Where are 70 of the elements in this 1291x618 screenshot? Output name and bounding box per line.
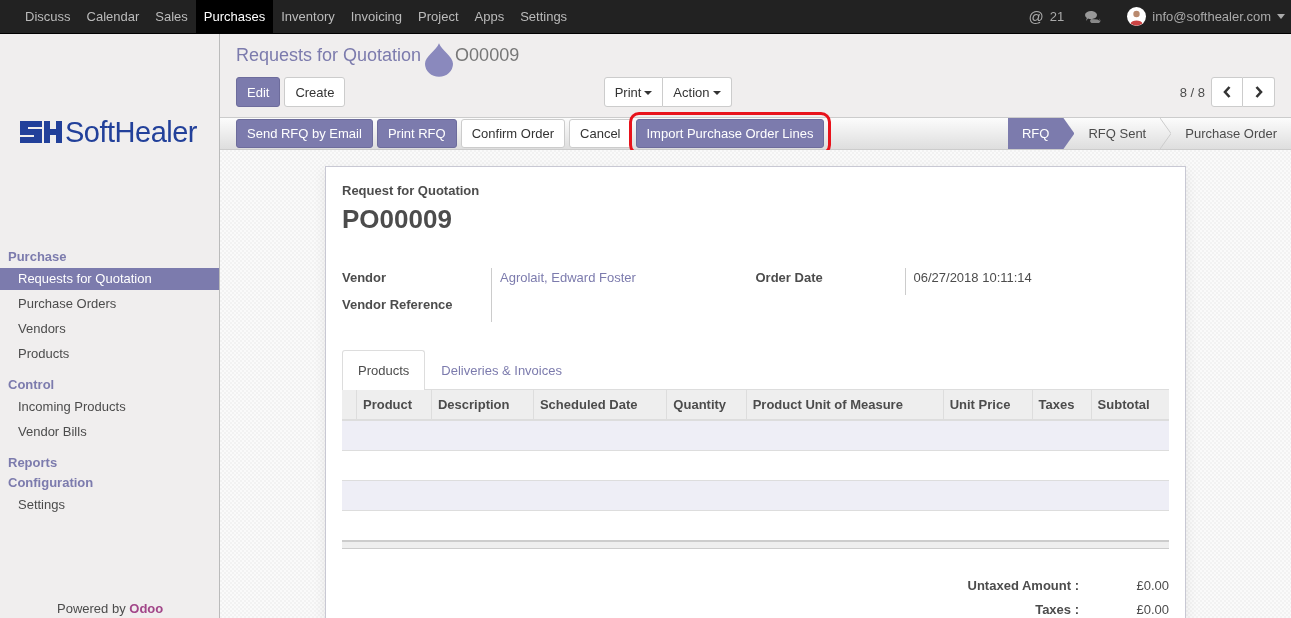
caret-icon: [644, 91, 653, 96]
next-button[interactable]: [1243, 77, 1275, 107]
app-menu-item[interactable]: Project: [410, 0, 467, 33]
sidebar-item[interactable]: Incoming Products: [0, 396, 219, 418]
column-header[interactable]: Taxes: [1032, 390, 1092, 420]
tab[interactable]: Products: [342, 350, 426, 390]
app-menu-item[interactable]: Calendar: [78, 0, 148, 33]
total-label: Taxes :: [1034, 601, 1080, 618]
sidebar-item[interactable]: Purchase Orders: [0, 293, 219, 315]
column-header[interactable]: Unit Price: [943, 390, 1033, 420]
chat-icon[interactable]: [1084, 10, 1102, 23]
app-menu-item[interactable]: Inventory: [273, 0, 343, 33]
edit-button[interactable]: Edit: [236, 77, 281, 107]
column-header[interactable]: Product: [356, 390, 432, 420]
vendor-link[interactable]: Agrolait, Edward Foster: [491, 268, 756, 295]
powered-by-text: Powered by Odoo: [57, 601, 164, 616]
brand-logo-text: SoftHealer: [65, 118, 197, 146]
document-name: PO00009: [342, 204, 453, 235]
field-value: 06/27/2018 10:11:14: [904, 268, 1169, 295]
cancel-button[interactable]: Cancel: [569, 119, 632, 148]
status-step[interactable]: Purchase Order: [1171, 118, 1291, 149]
sidebar-item[interactable]: Products: [0, 343, 219, 365]
total-value: £0.00: [1135, 601, 1169, 618]
app-menu-item[interactable]: Sales: [147, 0, 196, 33]
menu-section-title: Purchase: [7, 248, 68, 266]
field-label: Vendor: [342, 269, 388, 287]
document-type: Request for Quotation: [342, 183, 481, 198]
menu-section-title: Reports: [7, 454, 59, 472]
column-header[interactable]: Scheduled Date: [533, 390, 667, 420]
app-menu-item[interactable]: Settings: [512, 0, 576, 33]
previous-button[interactable]: [1211, 77, 1243, 107]
menu-section-title: Control: [7, 376, 56, 394]
column-header[interactable]: Subtotal: [1091, 390, 1169, 420]
caret-icon: [712, 91, 721, 96]
caret-icon[interactable]: [1277, 14, 1285, 19]
app-menu-item[interactable]: Discuss: [17, 0, 79, 33]
column-header[interactable]: Quantity: [666, 390, 747, 420]
column-header[interactable]: Product Unit of Measure: [746, 390, 944, 420]
chevron-right-icon: [1254, 86, 1263, 98]
mention-icon[interactable]: @: [1028, 8, 1044, 25]
user-menu[interactable]: info@softhealer.com: [1152, 9, 1271, 24]
status-step[interactable]: RFQ Sent: [1074, 118, 1161, 149]
sidebar-item[interactable]: Settings: [0, 494, 219, 516]
logo-mark-icon: [20, 121, 62, 143]
pager-value: 8 / 8: [1179, 84, 1205, 100]
column-header[interactable]: Description: [431, 390, 534, 420]
send-email-button[interactable]: Send RFQ by Email: [236, 119, 373, 148]
breadcrumb-current: O00009: [455, 44, 520, 66]
sidebar-item[interactable]: Requests for Quotation: [0, 268, 219, 290]
confirm-order-button[interactable]: Confirm Order: [460, 119, 566, 148]
user-avatar[interactable]: [1127, 7, 1147, 26]
sidebar-item[interactable]: Vendor Bills: [0, 421, 219, 443]
app-menu-item[interactable]: Invoicing: [342, 0, 411, 33]
create-button[interactable]: Create: [284, 77, 346, 107]
field-label: Vendor Reference: [342, 296, 454, 314]
chevron-left-icon: [1223, 86, 1231, 98]
total-value: £0.00: [1135, 577, 1169, 595]
status-step[interactable]: RFQ: [1008, 118, 1075, 149]
total-label: Untaxed Amount :: [967, 577, 1080, 595]
tab[interactable]: Deliveries & Invoices: [425, 350, 578, 389]
print-rfq-button[interactable]: Print RFQ: [376, 119, 457, 148]
app-menu-item[interactable]: Apps: [466, 0, 513, 33]
app-menu-item[interactable]: Purchases: [195, 0, 274, 33]
more-dropdown[interactable]: Action: [663, 77, 732, 107]
drop-marker: [425, 43, 454, 77]
print-dropdown[interactable]: Print: [603, 77, 664, 107]
mention-count: 21: [1049, 9, 1065, 24]
menu-section-title: Configuration: [7, 474, 95, 492]
field-label: Order Date: [755, 269, 824, 287]
sidebar-item[interactable]: Vendors: [0, 318, 219, 340]
